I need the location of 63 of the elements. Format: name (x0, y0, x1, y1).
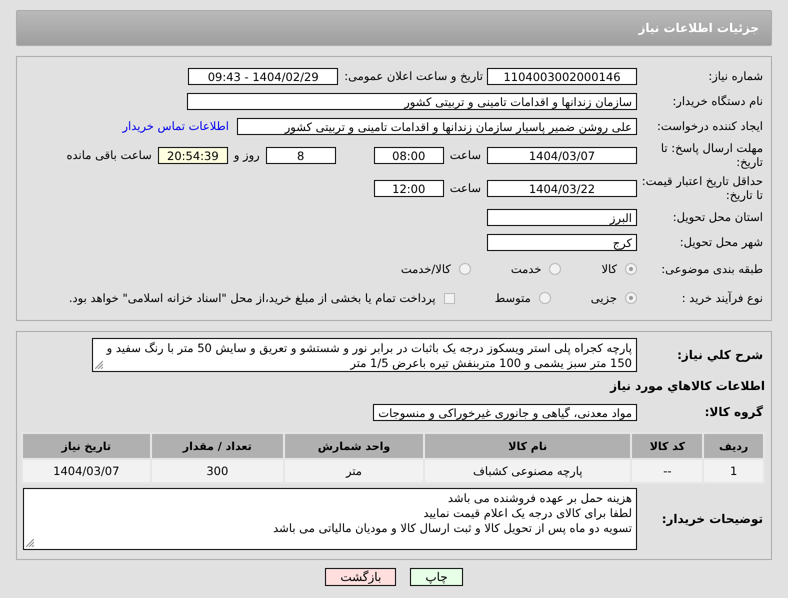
table-cell: 1 (703, 459, 764, 483)
table-cell: 300 (150, 459, 284, 483)
time-label: ساعت (450, 148, 481, 162)
radio-label: جزیی (590, 291, 617, 305)
field-label: تاریخ و ساعت اعلان عمومی: (344, 69, 483, 83)
need-number-field: 1104003002000146 (487, 68, 637, 84)
back-button[interactable]: بازگشت (325, 568, 396, 586)
field-label: استان محل تحویل: (672, 210, 764, 224)
checkbox[interactable] (444, 292, 455, 304)
radio-button[interactable] (549, 263, 562, 275)
remaining-label: ساعت باقی مانده (66, 148, 152, 162)
radio-label: کالا/خدمت (400, 262, 451, 276)
date-field: 1404/03/22 (487, 180, 637, 196)
goods-group-field: مواد معدنی، گیاهی و جانوری غیرخوراکی و منسوجات (373, 404, 637, 420)
city-field: کرج (487, 234, 637, 250)
radio-button[interactable] (625, 292, 637, 304)
print-button[interactable]: چاپ (410, 568, 463, 586)
field-label: شهر محل تحویل: (678, 235, 764, 249)
radio-label: کالا (601, 262, 617, 276)
field-label: ایجاد کننده درخواست: (656, 119, 764, 133)
time-label: ساعت (450, 181, 481, 195)
radio-button[interactable] (458, 263, 471, 275)
table-cell: -- (631, 459, 704, 483)
radio-label: خدمت (510, 262, 542, 276)
requester-field: علی روشن ضمیر پاسیار سازمان زندانها و اقدامات تامینی و تربیتی کشور (237, 118, 637, 134)
field-label: حداقل تاریخ اعتبار قیمت: تا تاریخ: (640, 174, 764, 202)
days-label: روز و (234, 148, 260, 162)
field-label: طبقه بندی موضوعی: (660, 262, 764, 276)
column-header: واحد شمارش (284, 433, 424, 459)
column-header: تاریخ نیاز (22, 433, 151, 459)
description-field: پارچه کجراه پلی استر ویسکوز درجه یک باثبات در برابر نور و شستشو و تعریق و سایش 50 متر با رنگ سفید و 150 متر سبز یشمی و 100 متربنفش تیره باعرض 1/5 متر (92, 338, 637, 372)
date-field: 1404/03/07 (487, 146, 637, 164)
column-header: کد کالا (631, 433, 704, 459)
field-label: مهلت ارسال پاسخ: تا تاریخ: (660, 141, 764, 169)
time-field: 08:00 (374, 146, 444, 164)
buyer-notes-field: هزینه حمل بر عهده فروشنده می باشد لطفا برای کالای درجه یک اعلام قیمت نمایید تسویه دو ماه پس از تحویل کالا و ثبت ارسال کالا و مودیان مالیاتی می باشد (23, 488, 637, 550)
resize-grip-icon[interactable] (26, 539, 34, 547)
announce-date-field: 1404/02/29 - 09:43 (188, 68, 338, 84)
time-field: 12:00 (374, 180, 444, 196)
remaining-time-field: 20:54:39 (158, 146, 228, 164)
field-label: گروه کالا: (704, 405, 764, 419)
page-title: جزئیات اطلاعات نیاز (638, 21, 759, 35)
table-cell: پارچه مصنوعی کشباف (424, 459, 632, 483)
treasury-note: پرداخت تمام یا بخشی از مبلغ خرید،از محل "اسناد خزانه اسلامی" خواهد بود. (68, 291, 436, 305)
radio-button[interactable] (538, 292, 551, 304)
column-header: تعداد / مقدار (150, 433, 284, 459)
resize-grip-icon[interactable] (95, 361, 103, 369)
province-field: البرز (487, 208, 637, 226)
column-header: ردیف (703, 433, 764, 459)
field-label: توضیحات خریدار: (660, 512, 764, 526)
field-label: نام دستگاه خریدار: (671, 94, 764, 108)
table-cell: 1404/03/07 (22, 459, 151, 483)
field-label: شرح کلي نياز: (676, 348, 764, 362)
field-label: شماره نیاز: (707, 69, 764, 83)
radio-label: متوسط (494, 291, 531, 305)
buyer-org-field: سازمان زندانها و اقدامات تامینی و تربیتی کشور (187, 92, 637, 110)
days-field: 8 (266, 146, 336, 164)
buyer-contact-link[interactable]: اطلاعات تماس خریدار (122, 119, 229, 133)
column-header: نام کالا (424, 433, 632, 459)
field-label: نوع فرآیند خرید : (680, 291, 764, 305)
table-cell: متر (284, 459, 424, 483)
radio-button[interactable] (625, 263, 637, 275)
section-title: اطلاعات كالاهاي مورد نياز (610, 379, 765, 393)
